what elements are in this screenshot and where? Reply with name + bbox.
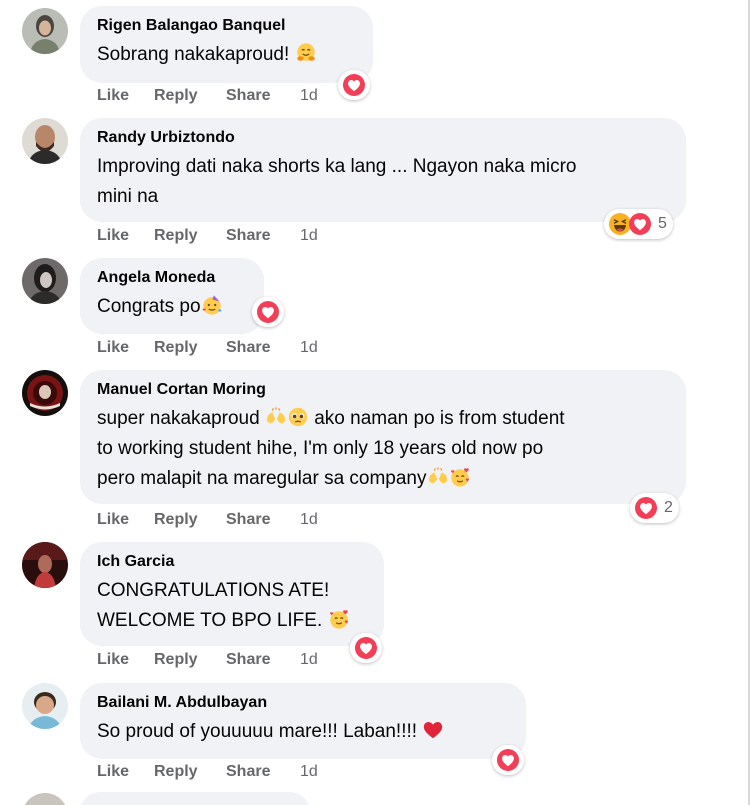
reply-button[interactable]: Reply (154, 510, 226, 530)
comment-bubble: Randy Urbiztondo Improving dati naka sho… (80, 118, 686, 222)
reply-button[interactable]: Reply (154, 762, 226, 782)
comment-actions: Like Reply Share 1d (97, 338, 318, 358)
comment-text-line: to working student hihe, I'm only 18 yea… (97, 438, 544, 459)
smiling-face-with-hearts-emoji-icon (328, 608, 350, 630)
comment-text-line: super nakakaproud (97, 408, 260, 429)
share-button[interactable]: Share (226, 762, 300, 782)
comment-timestamp[interactable]: 1d (300, 510, 318, 530)
comment-actions: Like Reply Share 1d (97, 226, 318, 246)
comment-author[interactable]: Bailani M. Abdulbayan (97, 693, 508, 713)
comment-text-line: ako naman po is from student (314, 408, 565, 429)
comment-bubble: Manuel Cortan Moring super nakakaproud a… (80, 370, 686, 504)
comment-bubble: Angela Moneda Congrats po (80, 258, 264, 334)
comment-bubble (80, 792, 310, 805)
avatar[interactable] (22, 258, 68, 304)
comment-author[interactable]: Ich Garcia (97, 552, 366, 572)
reply-button[interactable]: Reply (154, 650, 226, 670)
reply-button[interactable]: Reply (154, 338, 226, 358)
comment-text-line-group: super nakakaproud ako naman po is from s… (97, 404, 668, 434)
share-button[interactable]: Share (226, 510, 300, 530)
avatar[interactable] (22, 118, 68, 164)
share-button[interactable]: Share (226, 338, 300, 358)
love-reaction-icon (634, 496, 658, 520)
comment-author[interactable]: Manuel Cortan Moring (97, 380, 668, 400)
comment-author[interactable]: Randy Urbiztondo (97, 128, 668, 148)
comment-text-line: Congrats po (97, 296, 201, 317)
pleading-face-emoji-icon (287, 406, 309, 428)
raising-hands-emoji-icon (427, 466, 449, 488)
reply-button[interactable]: Reply (154, 86, 226, 106)
comment-text-line: Improving dati naka shorts ka lang ... N… (97, 156, 577, 177)
comment-text-line: pero malapit na maregular sa company (97, 468, 427, 489)
reply-button[interactable]: Reply (154, 226, 226, 246)
comment-bubble: Bailani M. Abdulbayan So proud of youuuu… (80, 683, 526, 759)
comment-text-line: So proud of youuuuu mare!!! Laban!!!! (97, 721, 418, 742)
comment-bubble: Ich Garcia CONGRATULATIONS ATE! WELCOME … (80, 542, 384, 646)
avatar[interactable] (22, 683, 68, 729)
comment-actions: Like Reply Share 1d (97, 650, 318, 670)
comment-actions: Like Reply Share 1d (97, 762, 318, 782)
comment-text-line: Sobrang nakakaproud! (97, 44, 290, 65)
comment-text-line: mini na (97, 186, 159, 207)
reaction-summary[interactable] (338, 70, 370, 100)
raising-hands-emoji-icon (265, 406, 287, 428)
comment-timestamp[interactable]: 1d (300, 338, 318, 358)
comment-timestamp[interactable]: 1d (300, 226, 318, 246)
comment-timestamp[interactable]: 1d (300, 650, 318, 670)
love-reaction-icon (354, 636, 378, 660)
comment-bubble: Rigen Balangao Banquel Sobrang nakakapro… (80, 6, 373, 83)
smiling-face-with-hearts-emoji-icon (449, 466, 471, 488)
like-button[interactable]: Like (97, 86, 154, 106)
avatar[interactable] (22, 370, 68, 416)
reaction-summary[interactable] (492, 745, 524, 775)
share-button[interactable]: Share (226, 226, 300, 246)
like-button[interactable]: Like (97, 762, 154, 782)
comment-text: So proud of youuuuu mare!!! Laban!!!! (97, 717, 508, 747)
comment-author[interactable]: Rigen Balangao Banquel (97, 16, 355, 36)
comment-text-line: CONGRATULATIONS ATE! (97, 580, 330, 601)
reaction-summary[interactable]: 2 (630, 493, 679, 523)
avatar[interactable] (22, 8, 68, 54)
reaction-count: 2 (664, 499, 673, 516)
reaction-summary[interactable]: 5 (604, 209, 673, 239)
comment-actions: Like Reply Share 1d (97, 86, 318, 106)
share-button[interactable]: Share (226, 650, 300, 670)
like-button[interactable]: Like (97, 226, 154, 246)
share-button[interactable]: Share (226, 86, 300, 106)
comment-text: super nakakaproud ako naman po is from s… (97, 404, 668, 494)
comment-timestamp[interactable]: 1d (300, 762, 318, 782)
like-button[interactable]: Like (97, 510, 154, 530)
comment-text: CONGRATULATIONS ATE! WELCOME TO BPO LIFE… (97, 576, 366, 636)
comment-text: Sobrang nakakaproud! (97, 40, 355, 70)
reaction-summary[interactable] (252, 297, 284, 327)
comment-author[interactable]: Angela Moneda (97, 268, 246, 288)
avatar[interactable] (22, 793, 68, 805)
reaction-count: 5 (658, 215, 667, 232)
comment-text-line: WELCOME TO BPO LIFE. (97, 610, 323, 631)
love-reaction-icon (496, 748, 520, 772)
comment-timestamp[interactable]: 1d (300, 86, 318, 106)
avatar[interactable] (22, 542, 68, 588)
love-reaction-icon (628, 212, 652, 236)
reaction-summary[interactable] (350, 633, 382, 663)
comment-text-line-group: pero malapit na maregular sa company (97, 464, 668, 494)
red-heart-emoji-icon (422, 719, 444, 741)
comment-text: Congrats po (97, 292, 246, 322)
smiling-hug-emoji-icon (295, 42, 317, 64)
like-button[interactable]: Like (97, 338, 154, 358)
love-reaction-icon (256, 300, 280, 324)
love-reaction-icon (342, 73, 366, 97)
comment-text-line-group: WELCOME TO BPO LIFE. (97, 606, 366, 636)
like-button[interactable]: Like (97, 650, 154, 670)
comment-text: Improving dati naka shorts ka lang ... N… (97, 152, 668, 212)
partying-face-emoji-icon (201, 294, 223, 316)
comment-actions: Like Reply Share 1d (97, 510, 318, 530)
